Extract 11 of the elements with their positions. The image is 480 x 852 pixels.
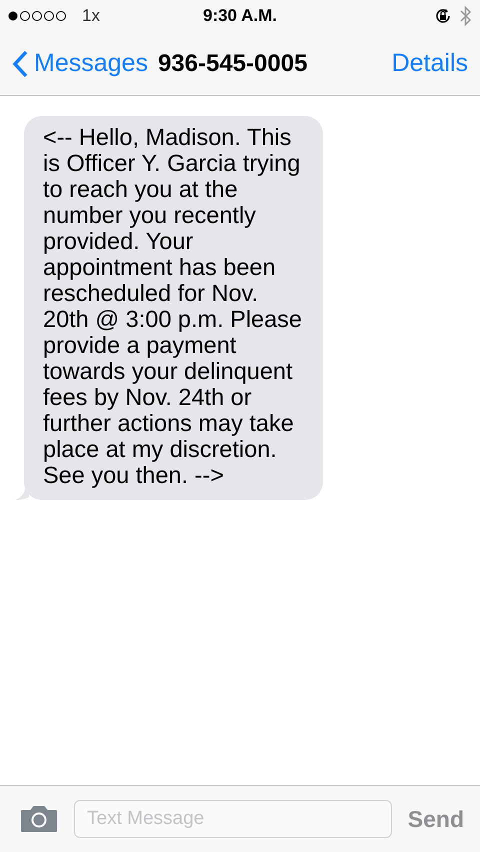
contact-title: 936-545-0005 xyxy=(158,50,308,78)
camera-icon[interactable] xyxy=(20,805,58,833)
signal-icon xyxy=(8,10,68,22)
chevron-icon xyxy=(12,50,28,78)
clock-time: 9:30 A.M. xyxy=(202,6,277,26)
back-button[interactable]: Messages xyxy=(12,49,148,78)
bubble-tail xyxy=(15,488,29,500)
network-label: 1x xyxy=(82,6,100,26)
bluetooth-icon xyxy=(460,6,472,26)
rotation-lock-icon xyxy=(434,7,452,25)
details-link[interactable]: Details xyxy=(392,49,468,78)
